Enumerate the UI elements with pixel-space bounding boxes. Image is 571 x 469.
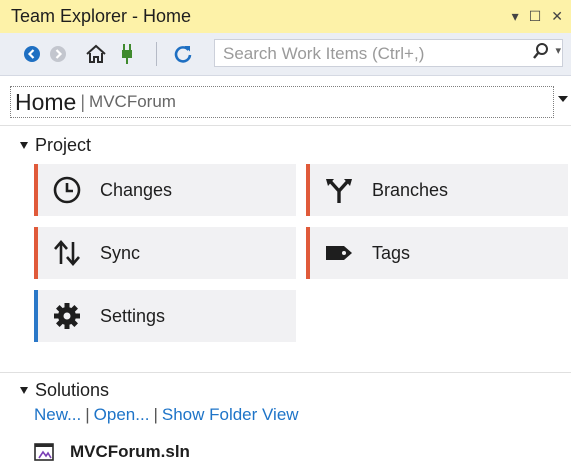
collapse-triangle-icon[interactable] — [20, 387, 28, 394]
project-name: MVCForum — [89, 92, 176, 111]
new-solution-link[interactable]: New... — [34, 405, 81, 425]
gear-icon — [50, 299, 84, 333]
dropdown-window-icon[interactable]: ▾ — [512, 7, 519, 25]
forward-button[interactable] — [46, 42, 70, 66]
close-icon[interactable]: ✕ — [551, 7, 563, 25]
search-options-chevron-icon[interactable]: ▾ — [555, 44, 561, 57]
solutions-section-header[interactable]: Solutions — [20, 380, 109, 401]
refresh-button[interactable] — [171, 42, 195, 66]
search-placeholder: Search Work Items (Ctrl+,) — [223, 44, 425, 63]
link-separator: | — [85, 405, 90, 424]
tile-branches[interactable]: Branches — [306, 164, 568, 216]
link-separator: | — [153, 405, 158, 424]
tag-icon — [322, 236, 356, 270]
divider — [0, 372, 571, 373]
project-section-header[interactable]: Project — [20, 135, 91, 156]
window-controls: ▾ ☐ ✕ — [512, 7, 563, 25]
breadcrumb-separator: | — [80, 91, 86, 112]
tile-settings[interactable]: Settings — [34, 290, 296, 342]
open-solution-link[interactable]: Open... — [94, 405, 150, 425]
collapse-triangle-icon[interactable] — [20, 142, 28, 149]
solution-file-item[interactable]: MVCForum.sln — [34, 442, 190, 462]
chevron-down-icon[interactable] — [558, 96, 568, 102]
tile-label: Tags — [372, 242, 411, 263]
tile-tags[interactable]: Tags — [306, 227, 568, 279]
refresh-icon — [174, 46, 192, 63]
window-title: Team Explorer - Home — [11, 6, 192, 26]
maximize-icon[interactable]: ☐ — [529, 7, 542, 25]
home-button[interactable] — [84, 42, 108, 66]
connect-button[interactable] — [115, 42, 139, 66]
sync-arrows-icon — [50, 236, 84, 270]
search-work-items-input[interactable]: Search Work Items (Ctrl+,) ▾ — [214, 39, 563, 67]
tile-label: Changes — [100, 179, 173, 200]
search-icon[interactable] — [532, 42, 550, 67]
divider — [0, 125, 571, 126]
back-button[interactable] — [20, 42, 44, 66]
solutions-section-title: Solutions — [35, 380, 110, 400]
solutions-links: New... | Open... | Show Folder View — [34, 405, 299, 425]
forward-icon — [50, 46, 66, 62]
tile-changes[interactable]: Changes — [34, 164, 296, 216]
show-folder-view-link[interactable]: Show Folder View — [162, 405, 299, 425]
title-bar: Team Explorer - Home ▾ ☐ ✕ — [0, 0, 571, 33]
toolbar-separator — [156, 42, 157, 66]
tile-label: Branches — [372, 179, 449, 200]
project-section-title: Project — [35, 135, 92, 155]
tile-label: Sync — [100, 242, 141, 263]
branch-icon — [322, 173, 356, 207]
tile-sync[interactable]: Sync — [34, 227, 296, 279]
back-icon — [24, 46, 40, 62]
tile-label: Settings — [100, 305, 166, 326]
clock-icon — [50, 173, 84, 207]
toolbar: Search Work Items (Ctrl+,) ▾ — [0, 33, 571, 76]
home-icon — [86, 44, 106, 63]
solution-file-icon — [34, 443, 54, 461]
solution-file-name: MVCForum.sln — [70, 442, 190, 461]
page-title: Home — [15, 88, 77, 115]
page-navigation-dropdown[interactable]: Home | MVCForum — [10, 86, 554, 118]
connect-icon — [122, 44, 132, 64]
